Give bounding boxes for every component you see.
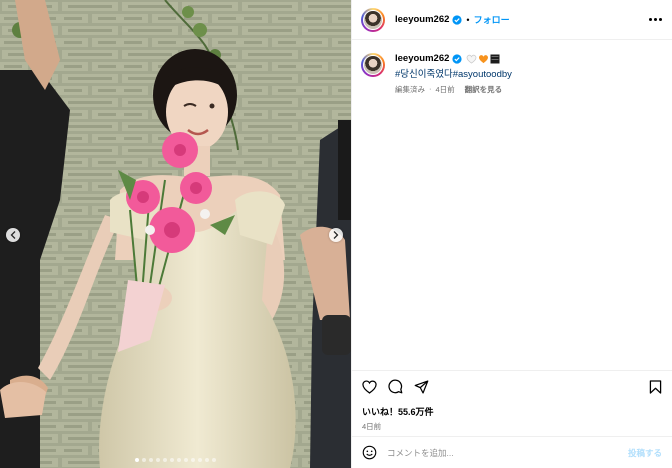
post-header: leeyoum262 • フォロー	[352, 0, 672, 40]
caption-username-link[interactable]: leeyoum262	[395, 53, 449, 64]
share-icon[interactable]	[414, 379, 429, 394]
carousel-indicator	[0, 458, 351, 462]
verified-badge-icon	[452, 53, 462, 64]
caption: leeyoum262 #당신이죽였다#asyoutoodby 編集済み · 4日…	[352, 40, 672, 95]
hashtag-link[interactable]: #당신이죽였다	[395, 69, 453, 80]
comment-bar: 投稿する	[352, 436, 672, 468]
carousel-dot	[156, 458, 160, 462]
hashtags: #당신이죽였다#asyoutoodby	[395, 66, 512, 80]
carousel-dot	[191, 458, 195, 462]
black-square-icon	[490, 54, 500, 63]
chevron-left-icon	[10, 231, 16, 239]
meta-separator: ·	[429, 84, 432, 93]
bookmark-icon[interactable]	[649, 379, 662, 394]
carousel-prev-button[interactable]	[6, 228, 20, 242]
emoji-icon[interactable]	[362, 445, 377, 460]
comment-input[interactable]	[387, 447, 628, 458]
carousel-dot	[177, 458, 181, 462]
carousel-dot	[198, 458, 202, 462]
verified-badge-icon	[452, 14, 462, 25]
carousel-dot	[212, 458, 216, 462]
follow-button[interactable]: フォロー	[474, 13, 510, 26]
white-heart-icon	[467, 54, 477, 64]
separator-dot: •	[466, 14, 470, 25]
comment-icon[interactable]	[388, 379, 403, 394]
caption-emojis	[466, 54, 500, 64]
carousel-dot	[142, 458, 146, 462]
hashtag-link[interactable]: #asyoutoodby	[453, 69, 512, 80]
heart-icon[interactable]	[362, 379, 377, 394]
carousel-dot	[149, 458, 153, 462]
post-photo[interactable]	[0, 0, 351, 468]
carousel-dot	[135, 458, 139, 462]
translate-link[interactable]: 翻訳を見る	[465, 84, 503, 95]
carousel-dot	[184, 458, 188, 462]
carousel-next-button[interactable]	[329, 228, 343, 242]
avatar[interactable]	[361, 7, 385, 32]
carousel-dot	[170, 458, 174, 462]
username-link[interactable]: leeyoum262	[395, 14, 449, 25]
caption-meta: 編集済み · 4日前 翻訳を見る	[395, 84, 512, 95]
orange-heart-icon	[479, 54, 489, 63]
caption-avatar[interactable]	[361, 53, 385, 77]
more-options-icon[interactable]	[649, 18, 662, 21]
post-time[interactable]: 4日前	[362, 421, 662, 432]
chevron-right-icon	[333, 231, 339, 239]
action-bar: いいね！55.6万件 4日前	[352, 370, 672, 432]
post-comment-button[interactable]: 投稿する	[628, 447, 662, 459]
edited-label: 編集済み	[395, 85, 425, 94]
carousel-dot	[163, 458, 167, 462]
carousel-dot	[205, 458, 209, 462]
time-label[interactable]: 4日前	[436, 84, 455, 95]
post-side-panel: leeyoum262 • フォロー leeyoum262 #당신이죽였다#asy…	[351, 0, 672, 468]
likes-count[interactable]: いいね！55.6万件	[362, 405, 662, 418]
photo-image	[0, 0, 351, 468]
